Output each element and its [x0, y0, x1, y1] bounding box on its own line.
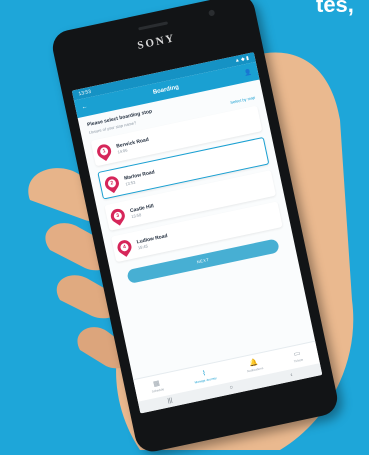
page-title: Boarding — [152, 84, 180, 96]
nav-notifications[interactable]: 🔔 Notifications — [245, 358, 264, 373]
map-pin-icon: 1 — [94, 141, 114, 162]
back-arrow-icon[interactable]: ← — [81, 104, 88, 111]
map-pin-icon: 4 — [114, 237, 135, 257]
app-screen: 13:53 ▲ ◆ ▮ ← Boarding 👤 Please select b… — [71, 52, 323, 414]
front-camera — [208, 9, 216, 17]
boarding-content: Please select boarding stop Unsure of yo… — [78, 79, 297, 293]
recents-icon[interactable]: ||| — [167, 398, 173, 405]
speaker-grille — [138, 21, 169, 31]
map-pin-icon: 3 — [108, 206, 128, 226]
back-icon[interactable]: ‹ — [290, 372, 293, 378]
nav-schedule[interactable]: ▦ Schedule — [150, 379, 164, 394]
profile-icon[interactable]: 👤 — [244, 68, 253, 76]
phone-container: SONY 13:53 ▲ ◆ ▮ ← Boarding 👤 Please sel… — [20, 0, 360, 455]
nav-tickets[interactable]: ▭ Tickets — [292, 350, 303, 363]
home-icon[interactable]: ○ — [229, 385, 234, 392]
nav-manage-journey[interactable]: ⌇ Manage Journey — [193, 368, 217, 384]
map-pin-icon: 2 — [102, 173, 122, 194]
phone-device: SONY 13:53 ▲ ◆ ▮ ← Boarding 👤 Please sel… — [49, 0, 341, 455]
